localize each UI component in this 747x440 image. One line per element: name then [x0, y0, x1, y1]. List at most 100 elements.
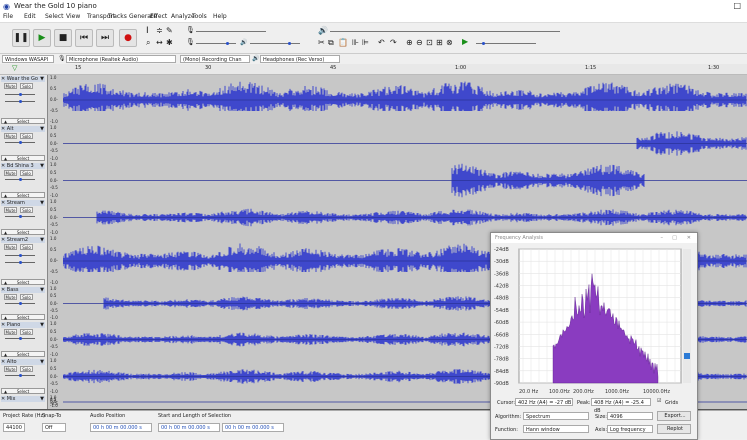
play-button[interactable]: ▶: [33, 29, 51, 47]
select-button[interactable]: ▲ Select: [1, 279, 45, 285]
axis-select[interactable]: Log frequency: [607, 425, 653, 433]
pause-button[interactable]: ❚❚: [12, 29, 30, 47]
solo-button[interactable]: Solo: [20, 294, 33, 300]
solo-button[interactable]: Solo: [20, 170, 33, 176]
maximize-button[interactable]: □: [733, 1, 741, 10]
minimize-icon[interactable]: –: [661, 233, 664, 243]
mute-button[interactable]: Mute: [4, 133, 17, 139]
selection-length-field[interactable]: 00 h 00 m 00.000 s: [222, 423, 284, 432]
zoom-out-icon[interactable]: ⊖: [416, 38, 423, 47]
track-name-menu[interactable]: ✕ Bd Shina 3 ▼: [1, 163, 45, 169]
pan-slider[interactable]: [5, 261, 35, 264]
waveform[interactable]: [63, 162, 747, 198]
solo-button[interactable]: Solo: [20, 83, 33, 89]
audio-position-field[interactable]: 00 h 00 m 00.000 s: [90, 423, 152, 432]
select-button[interactable]: ▲ Select: [1, 314, 45, 320]
mute-button[interactable]: Mute: [4, 294, 17, 300]
envelope-tool-icon[interactable]: ≑: [156, 26, 163, 35]
gain-slider[interactable]: [5, 374, 35, 377]
export-button[interactable]: Export...: [657, 411, 691, 421]
select-button[interactable]: ▲ Select: [1, 118, 45, 124]
recording-channels-select[interactable]: (Mono) Recording Chan: [180, 55, 250, 63]
spectrum-plot[interactable]: -24dB -30dB -36dB -42dB -48dB -54dB -60dB -66dB…: [493, 245, 695, 397]
gain-slider[interactable]: [5, 93, 35, 96]
replot-button[interactable]: Replot: [657, 424, 691, 434]
menu-item-tools[interactable]: Tools: [192, 13, 207, 20]
waveform[interactable]: [63, 199, 747, 235]
menu-item-help[interactable]: Help: [213, 13, 227, 20]
select-button[interactable]: ▲ Select: [1, 351, 45, 357]
undo-icon[interactable]: ↶: [378, 38, 385, 47]
gain-slider[interactable]: [5, 254, 35, 257]
zoom-slider[interactable]: [683, 249, 691, 383]
gain-slider[interactable]: [5, 215, 35, 218]
select-button[interactable]: ▲ Select: [1, 388, 45, 394]
mute-button[interactable]: Mute: [4, 83, 17, 89]
selection-tool-icon[interactable]: I: [146, 26, 149, 36]
recording-device-select[interactable]: Microphone (Realtek Audio): [66, 55, 176, 63]
gain-slider[interactable]: [5, 302, 35, 305]
maximize-icon[interactable]: □: [672, 233, 677, 243]
paste-icon[interactable]: 📋: [338, 38, 348, 47]
grids-checkbox[interactable]: ☑: [657, 398, 661, 404]
selection-start-field[interactable]: 00 h 00 m 00.000 s: [158, 423, 220, 432]
track-name-menu[interactable]: ✕ Alto ▼: [1, 359, 45, 365]
track-name-menu[interactable]: ✕ Mix ▼: [1, 396, 45, 402]
track-2[interactable]: ✕ Alt ▼ Mute Solo ▲ Select 1.0 0.5 0.0- -0.5 -1.0: [0, 125, 747, 163]
track-menu-arrow-icon[interactable]: ▼: [40, 396, 44, 402]
gain-slider[interactable]: [5, 178, 35, 181]
track-menu-arrow-icon[interactable]: ▼: [40, 359, 44, 365]
menu-item-select[interactable]: Select: [45, 13, 64, 20]
audio-host-select[interactable]: Windows WASAPI: [2, 55, 54, 63]
record-volume-slider[interactable]: [196, 42, 236, 45]
track-name-menu[interactable]: ✕ Stream2 ▼: [1, 237, 45, 243]
mute-button[interactable]: Mute: [4, 207, 17, 213]
trim-icon[interactable]: ⊪: [352, 38, 359, 47]
solo-button[interactable]: Solo: [20, 207, 33, 213]
fit-project-icon[interactable]: ⊞: [436, 38, 443, 47]
menu-item-tracks[interactable]: Tracks: [108, 13, 127, 20]
solo-button[interactable]: Solo: [20, 366, 33, 372]
solo-button[interactable]: Solo: [20, 329, 33, 335]
mute-button[interactable]: Mute: [4, 329, 17, 335]
playback-volume-slider[interactable]: [250, 42, 300, 45]
track-menu-arrow-icon[interactable]: ▼: [40, 237, 44, 243]
track-menu-arrow-icon[interactable]: ▼: [40, 322, 44, 328]
gain-slider[interactable]: [5, 141, 35, 144]
track-name-menu[interactable]: ✕ Bass ▼: [1, 287, 45, 293]
pin-head-icon[interactable]: ▽: [12, 64, 17, 72]
track-menu-arrow-icon[interactable]: ▼: [40, 163, 44, 169]
menu-item-file[interactable]: File: [3, 13, 13, 20]
mute-button[interactable]: Mute: [4, 366, 17, 372]
zoom-toggle-icon[interactable]: ⊗: [446, 38, 453, 47]
multi-tool-icon[interactable]: ✱: [166, 38, 173, 47]
zoom-tool-icon[interactable]: ⌕: [146, 38, 150, 48]
mute-button[interactable]: Mute: [4, 170, 17, 176]
solo-button[interactable]: Solo: [20, 244, 33, 250]
menu-item-edit[interactable]: Edit: [24, 13, 36, 20]
menu-item-effect[interactable]: Effect: [150, 13, 167, 20]
zoom-slider-thumb[interactable]: [684, 353, 690, 359]
silence-icon[interactable]: ⊫: [362, 38, 369, 47]
play-at-speed-icon[interactable]: ▶: [462, 37, 468, 46]
select-button[interactable]: ▲ Select: [1, 229, 45, 235]
track-1[interactable]: ✕ Wear the Go ▼ Mute Solo ▲ Select 1.0 0.5 0.0- -…: [0, 75, 747, 126]
skip-end-button[interactable]: ⏭: [96, 29, 114, 47]
gain-slider[interactable]: [5, 337, 35, 340]
playback-meter[interactable]: [330, 31, 560, 32]
waveform[interactable]: [63, 75, 747, 111]
play-speed-slider[interactable]: [476, 42, 536, 45]
playback-device-select[interactable]: Headphones (Rec Verso): [260, 55, 340, 63]
mute-button[interactable]: Mute: [4, 244, 17, 250]
stop-button[interactable]: ■: [54, 29, 72, 47]
track-name-menu[interactable]: ✕ Alt ▼: [1, 126, 45, 132]
track-menu-arrow-icon[interactable]: ▼: [40, 126, 44, 132]
track-3[interactable]: ✕ Bd Shina 3 ▼ Mute Solo ▲ Select 1.0 0.5 0.0- -0…: [0, 162, 747, 200]
skip-start-button[interactable]: ⏮: [75, 29, 93, 47]
select-button[interactable]: ▲ Select: [1, 155, 45, 161]
snap-to-select[interactable]: Off: [42, 423, 66, 432]
size-select[interactable]: 4096: [607, 412, 653, 420]
track-menu-arrow-icon[interactable]: ▼: [40, 76, 44, 82]
select-button[interactable]: ▲ Select: [1, 192, 45, 198]
zoom-in-icon[interactable]: ⊕: [406, 38, 413, 47]
